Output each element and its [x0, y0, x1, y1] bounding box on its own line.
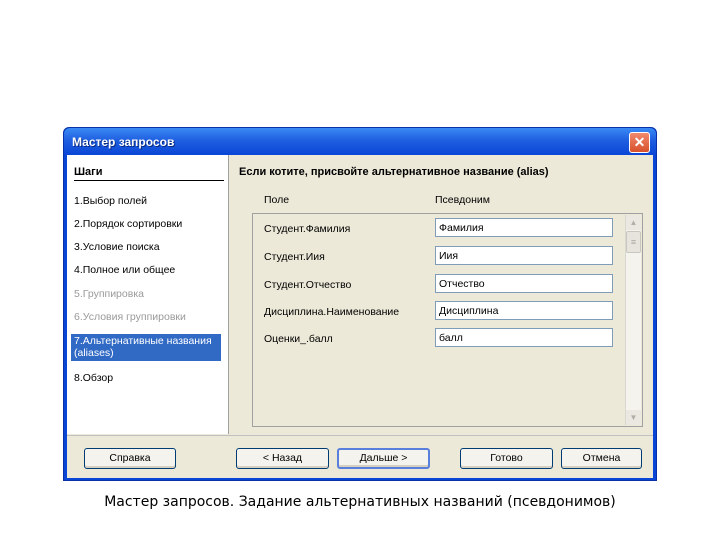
- step-item-grouping: 5.Группировка: [74, 288, 144, 300]
- column-header-alias: Псевдоним: [435, 194, 490, 206]
- column-header-field: Поле: [264, 194, 290, 206]
- alias-input-grade[interactable]: [435, 328, 613, 347]
- dialog-client-area: Шаги 1.Выбор полей 2.Порядок сортировки …: [67, 155, 653, 478]
- back-button[interactable]: < Назад: [236, 448, 329, 469]
- finish-button[interactable]: Готово: [460, 448, 553, 469]
- step-item-aliases[interactable]: 7.Альтернативные названия (aliases): [71, 334, 221, 361]
- steps-panel: Шаги 1.Выбор полей 2.Порядок сортировки …: [67, 155, 229, 434]
- scroll-up-icon[interactable]: ▲: [626, 215, 641, 230]
- query-wizard-window: Мастер запросов ✕ Шаги 1.Выбор полей 2.П…: [63, 127, 657, 481]
- page-heading: Если котите, присвойте альтернативное на…: [239, 166, 549, 178]
- close-icon[interactable]: ✕: [629, 132, 650, 153]
- cancel-button[interactable]: Отмена: [561, 448, 642, 469]
- step-item-grouping-conditions: 6.Условия группировки: [74, 311, 186, 323]
- step-item-select-fields[interactable]: 1.Выбор полей: [74, 195, 147, 207]
- next-button[interactable]: Дальше >: [337, 448, 430, 469]
- step-item-search-condition[interactable]: 3.Условие поиска: [74, 241, 160, 253]
- button-bar: Справка < Назад Дальше > Готово Отмена: [67, 435, 653, 478]
- field-label-discipline: Дисциплина.Наименование: [264, 306, 400, 318]
- alias-input-discipline[interactable]: [435, 301, 613, 320]
- scroll-thumb[interactable]: ≡: [626, 231, 641, 253]
- alias-input-name[interactable]: [435, 246, 613, 265]
- window-title: Мастер запросов: [72, 135, 175, 149]
- help-button[interactable]: Справка: [84, 448, 176, 469]
- alias-input-patronymic[interactable]: [435, 274, 613, 293]
- step-item-overview[interactable]: 8.Обзор: [74, 372, 113, 384]
- main-panel: Если котите, присвойте альтернативное на…: [230, 155, 653, 434]
- step-item-full-or-summary[interactable]: 4.Полное или общее: [74, 264, 175, 276]
- vertical-scrollbar[interactable]: ▲ ≡ ▼: [625, 215, 641, 425]
- alias-input-surname[interactable]: [435, 218, 613, 237]
- title-bar[interactable]: Мастер запросов ✕: [64, 128, 656, 155]
- field-label-patronymic: Студент.Отчество: [264, 279, 352, 291]
- figure-caption: Мастер запросов. Задание альтернативных …: [104, 494, 616, 510]
- field-label-grade: Оценки_.балл: [264, 333, 333, 345]
- field-label-name: Студент.Иия: [264, 251, 325, 263]
- step-item-sort-order[interactable]: 2.Порядок сортировки: [74, 218, 182, 230]
- steps-title: Шаги: [74, 166, 224, 181]
- scroll-down-icon[interactable]: ▼: [626, 410, 641, 425]
- field-label-surname: Студент.Фамилия: [264, 223, 351, 235]
